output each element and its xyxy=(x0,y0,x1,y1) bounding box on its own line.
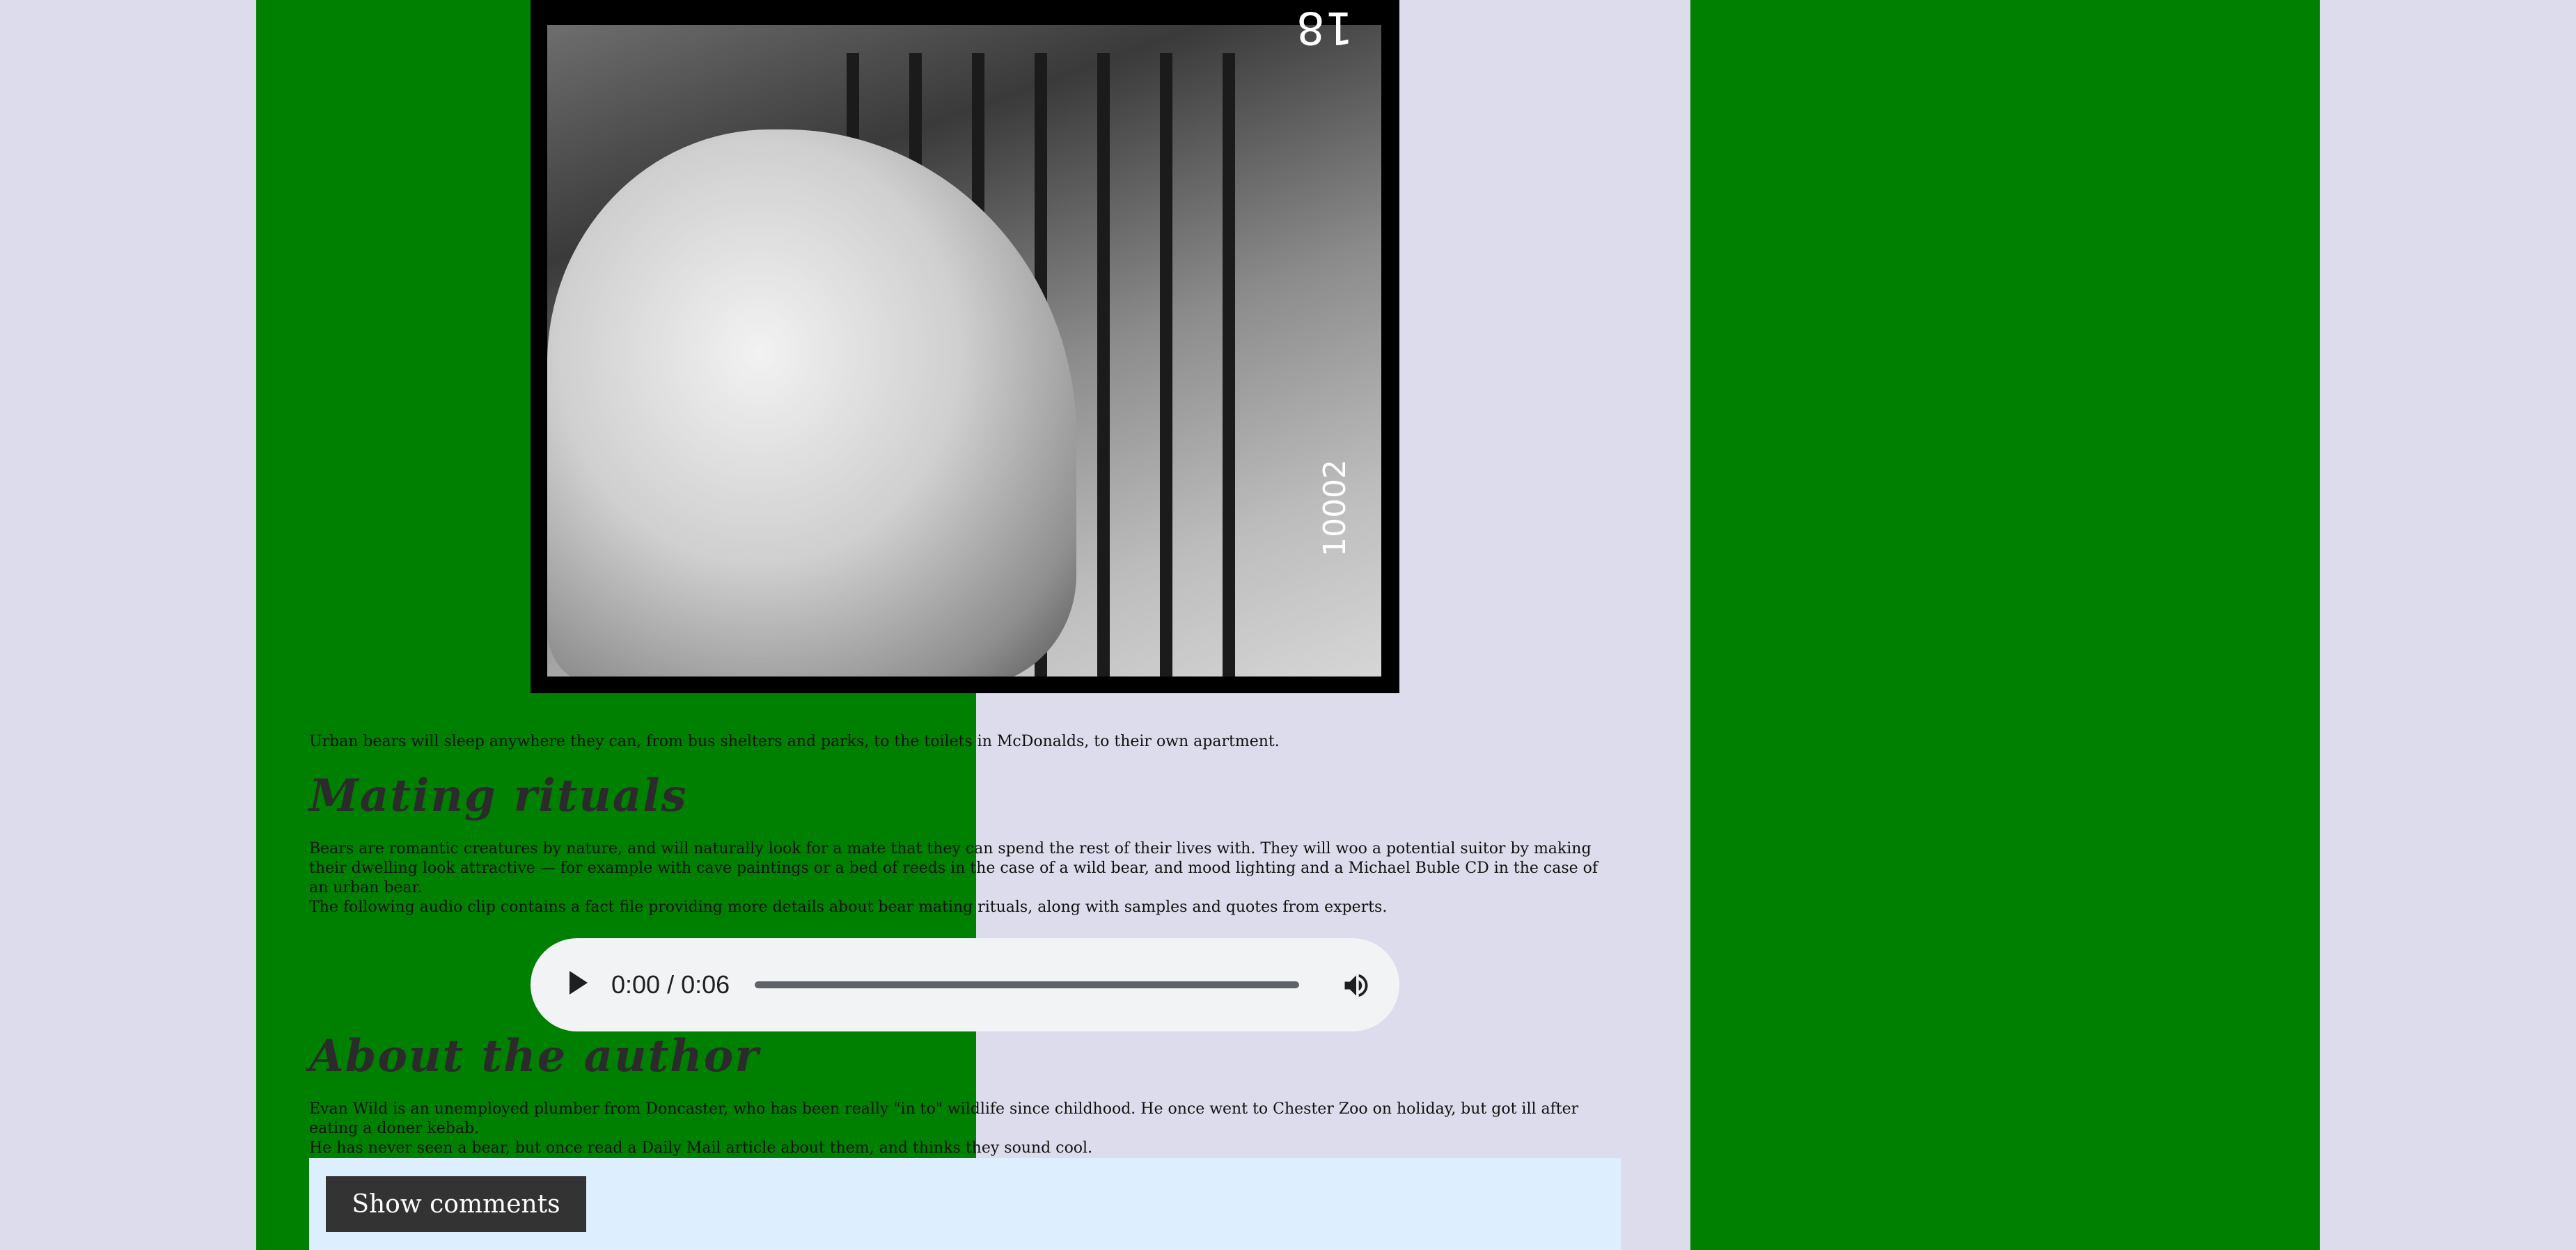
play-icon[interactable] xyxy=(570,971,588,995)
fence-bar xyxy=(1097,53,1110,677)
mating-rituals-heading: Mating rituals xyxy=(309,770,688,822)
frame-number-top: 18 xyxy=(1296,1,1353,53)
frame-number-side: 10002 xyxy=(1317,459,1353,557)
audio-time: 0:00 / 0:06 xyxy=(611,970,730,999)
audio-player[interactable]: 0:00 / 0:06 xyxy=(531,938,1399,1031)
polar-bear-photo: 18 10002 xyxy=(531,0,1399,693)
author-paragraph-2: He has never seen a bear, but once read … xyxy=(309,1139,1093,1157)
audio-progress-slider[interactable] xyxy=(755,981,1299,988)
urban-sleep-paragraph: Urban bears will sleep anywhere they can… xyxy=(309,733,1280,750)
show-comments-button[interactable]: Show comments xyxy=(326,1176,586,1232)
mating-paragraph-2: The following audio clip contains a fact… xyxy=(309,899,1388,916)
polar-bear xyxy=(547,129,1076,677)
volume-icon[interactable] xyxy=(1341,970,1372,1001)
comments-section: Show comments xyxy=(309,1158,1621,1250)
photo-image xyxy=(547,25,1381,677)
author-paragraph-1: Evan Wild is an unemployed plumber from … xyxy=(309,1100,1579,1137)
fence-bar xyxy=(1160,53,1172,677)
sidebar-column xyxy=(1690,0,2320,1250)
column-divider xyxy=(1672,0,1690,1250)
mating-paragraph-1: Bears are romantic creatures by nature, … xyxy=(309,840,1599,896)
fence-bar xyxy=(1223,53,1235,677)
about-author-heading: About the author xyxy=(309,1030,760,1082)
